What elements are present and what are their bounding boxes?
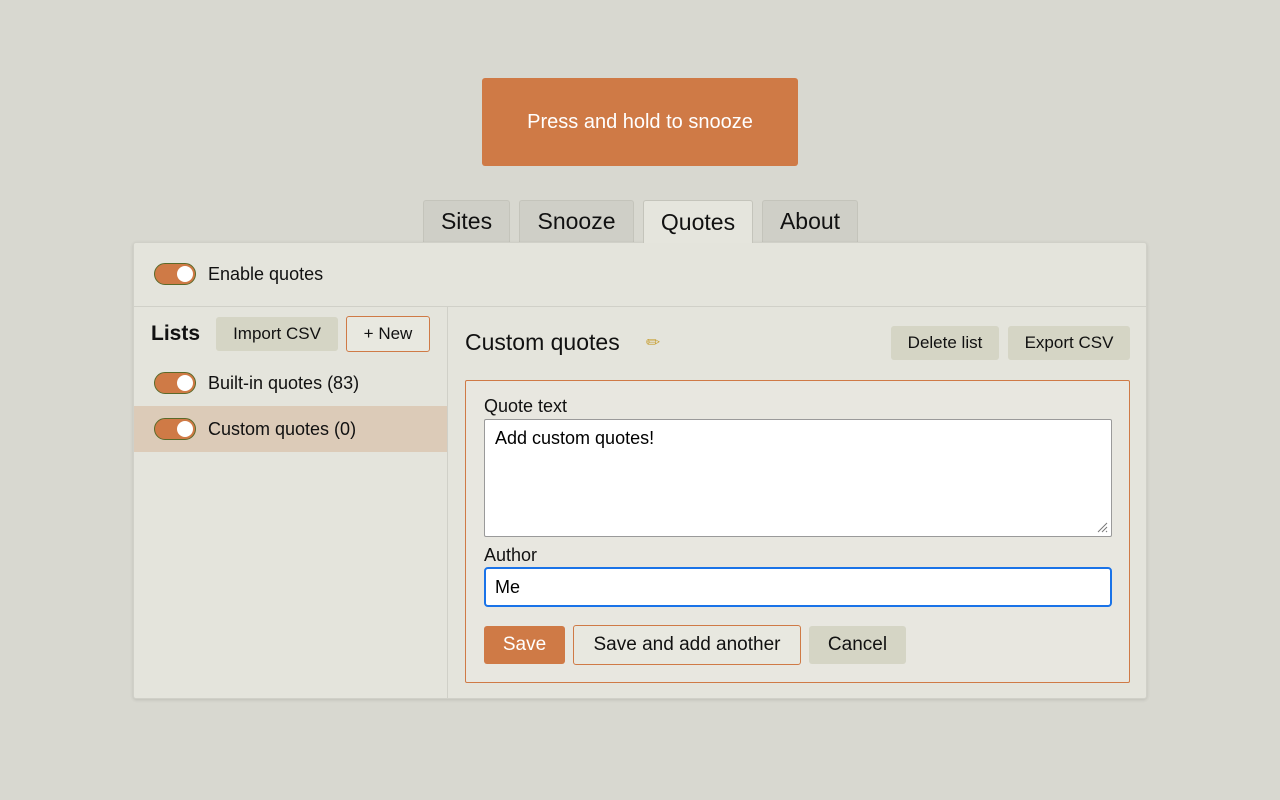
toggle-knob <box>177 266 193 282</box>
delete-list-label: Delete list <box>907 333 983 352</box>
list-item-built-in-quotes[interactable]: Built-in quotes (83) <box>134 360 447 406</box>
cancel-button[interactable]: Cancel <box>809 626 906 664</box>
author-label: Author <box>484 545 538 565</box>
tab-snooze[interactable]: Snooze <box>519 200 634 242</box>
export-csv-label: Export CSV <box>1024 333 1114 352</box>
toggle-knob <box>177 375 193 391</box>
tab-quotes-label: Quotes <box>660 208 736 235</box>
tab-about-label: About <box>779 208 841 234</box>
tab-sites[interactable]: Sites <box>423 200 510 242</box>
resize-handle-icon[interactable] <box>1096 521 1108 533</box>
list-item-label: Built-in quotes (83) <box>208 372 360 393</box>
save-label: Save <box>502 634 547 655</box>
built-in-quotes-toggle[interactable] <box>154 372 196 394</box>
tab-snooze-label: Snooze <box>537 208 616 234</box>
import-csv-button[interactable]: Import CSV <box>216 317 339 351</box>
tab-about[interactable]: About <box>762 200 858 242</box>
snooze-button[interactable]: Press and hold to snooze <box>482 78 798 166</box>
editor-title: Custom quotes <box>465 329 620 355</box>
toggle-knob <box>177 421 193 437</box>
form-buttons: Save Save and add another Cancel <box>484 625 906 665</box>
author-input[interactable] <box>484 567 1112 607</box>
quote-text-label: Quote text <box>484 396 568 416</box>
list-item-custom-quotes[interactable]: Custom quotes (0) <box>134 406 447 452</box>
delete-list-button[interactable]: Delete list <box>891 326 999 360</box>
enable-quotes-row: Enable quotes <box>154 263 323 285</box>
tab-sites-label: Sites <box>440 208 493 234</box>
custom-quotes-toggle[interactable] <box>154 418 196 440</box>
import-csv-label: Import CSV <box>233 324 321 343</box>
lists-header: Lists Import CSV + New <box>151 316 431 352</box>
tab-quotes[interactable]: Quotes <box>643 200 753 243</box>
new-list-button[interactable]: + New <box>346 316 431 352</box>
list-item-label: Custom quotes (0) <box>208 418 357 439</box>
pencil-icon[interactable]: ✏ <box>646 333 660 353</box>
enable-quotes-label: Enable quotes <box>208 263 324 284</box>
tab-bar: Sites Snooze Quotes About <box>423 200 867 243</box>
export-csv-button[interactable]: Export CSV <box>1008 326 1130 360</box>
save-and-add-another-button[interactable]: Save and add another <box>573 625 801 665</box>
lists-title: Lists <box>151 322 201 345</box>
quotes-panel: Enable quotes Lists Import CSV + New Bui… <box>133 242 1147 699</box>
quote-form: Quote text Add custom quotes! Author Sav… <box>465 380 1130 683</box>
save-and-add-another-label: Save and add another <box>593 634 781 655</box>
horizontal-divider <box>134 306 1146 307</box>
save-button[interactable]: Save <box>484 626 565 664</box>
new-list-label: + New <box>363 324 413 343</box>
quote-text-input[interactable]: Add custom quotes! <box>484 419 1112 537</box>
enable-quotes-toggle[interactable] <box>154 263 196 285</box>
cancel-label: Cancel <box>827 634 888 655</box>
snooze-button-label: Press and hold to snooze <box>527 110 753 133</box>
vertical-divider <box>447 307 448 699</box>
